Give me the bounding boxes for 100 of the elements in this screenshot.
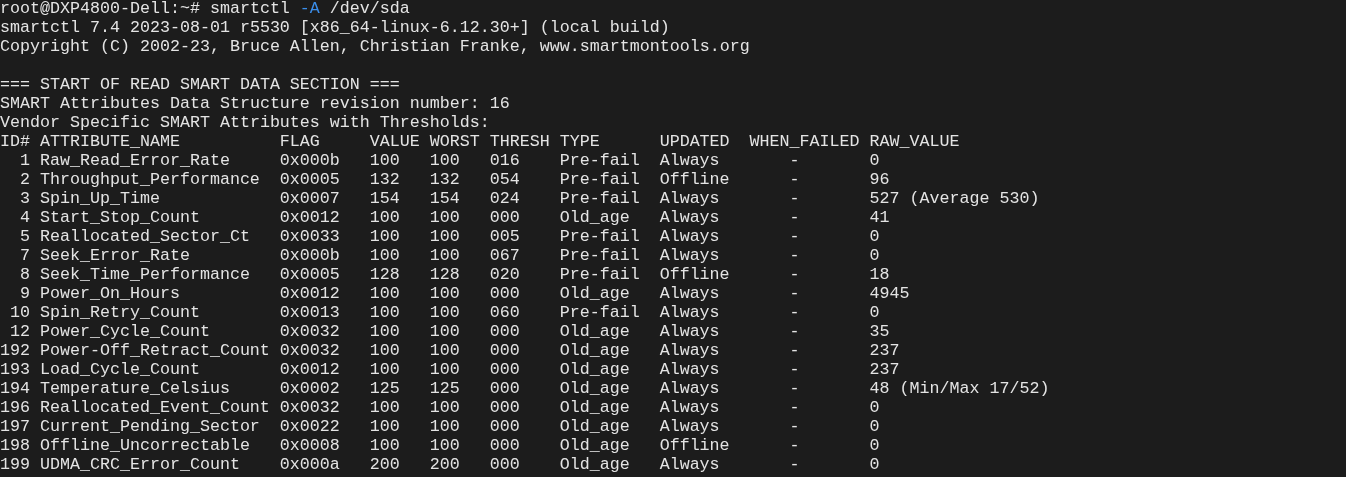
table-cell: 0x0012 bbox=[279, 284, 340, 303]
table-cell: - bbox=[789, 265, 800, 284]
table-cell: 0 bbox=[869, 151, 880, 170]
table-cell: 016 bbox=[489, 151, 520, 170]
table-cell: Pre-fail bbox=[559, 151, 640, 170]
table-cell: - bbox=[789, 322, 800, 341]
command-argument: /dev/sda bbox=[329, 0, 410, 18]
output-line: SMART Attributes Data Structure revision number: 16 bbox=[0, 94, 510, 113]
table-cell: 196 bbox=[0, 398, 30, 417]
table-cell: 100 bbox=[369, 436, 400, 455]
table-cell: 0x0012 bbox=[279, 360, 340, 379]
table-cell: 100 bbox=[429, 208, 460, 227]
table-cell: 100 bbox=[369, 227, 400, 246]
table-cell: 100 bbox=[369, 360, 400, 379]
table-cell: Pre-fail bbox=[559, 227, 640, 246]
table-cell: 000 bbox=[489, 208, 520, 227]
table-cell: - bbox=[789, 189, 800, 208]
table-cell: 35 bbox=[869, 322, 890, 341]
table-cell: 5 bbox=[20, 227, 30, 246]
table-cell: 2 bbox=[20, 170, 30, 189]
table-cell: 132 bbox=[369, 170, 400, 189]
table-cell: 0x0032 bbox=[279, 398, 340, 417]
table-cell: Old_age bbox=[559, 208, 630, 227]
table-cell: 100 bbox=[369, 398, 400, 417]
table-cell: 000 bbox=[489, 398, 520, 417]
table-cell: - bbox=[789, 398, 800, 417]
table-cell: Old_age bbox=[559, 360, 630, 379]
table-cell: Old_age bbox=[559, 398, 630, 417]
table-cell: 100 bbox=[429, 417, 460, 436]
table-cell: 100 bbox=[369, 208, 400, 227]
table-cell: Pre-fail bbox=[559, 265, 640, 284]
table-cell: 005 bbox=[489, 227, 520, 246]
table-cell: 197 bbox=[0, 417, 30, 436]
table-cell: 0x0008 bbox=[279, 436, 340, 455]
table-cell: UDMA_CRC_Error_Count bbox=[39, 455, 240, 474]
table-cell: Temperature_Celsius bbox=[39, 379, 230, 398]
table-cell: 100 bbox=[429, 436, 460, 455]
output-line: Copyright (C) 2002-23, Bruce Allen, Christian Franke, www.smartmontools.org bbox=[0, 37, 750, 56]
table-cell: 125 bbox=[369, 379, 400, 398]
table-cell: 3 bbox=[20, 189, 30, 208]
table-cell: 100 bbox=[369, 417, 400, 436]
table-cell: Always bbox=[659, 417, 720, 436]
table-cell: Old_age bbox=[559, 455, 630, 474]
table-cell: 100 bbox=[369, 303, 400, 322]
table-cell: Old_age bbox=[559, 379, 630, 398]
table-cell: 200 bbox=[429, 455, 460, 474]
table-cell: 48 (Min/Max 17/52) bbox=[869, 379, 1050, 398]
table-cell: 194 bbox=[0, 379, 30, 398]
table-cell: 237 bbox=[869, 341, 900, 360]
table-cell: 154 bbox=[369, 189, 400, 208]
table-cell: Load_Cycle_Count bbox=[39, 360, 200, 379]
table-cell: Seek_Error_Rate bbox=[39, 246, 190, 265]
table-cell: 100 bbox=[429, 284, 460, 303]
table-cell: 1 bbox=[20, 151, 30, 170]
table-cell: 7 bbox=[20, 246, 30, 265]
table-cell: Old_age bbox=[559, 417, 630, 436]
command-text: smartctl bbox=[209, 0, 290, 18]
table-cell: 0 bbox=[869, 455, 880, 474]
output-line: smartctl 7.4 2023-08-01 r5530 [x86_64-linux-6.12.30+] (local build) bbox=[0, 18, 670, 37]
table-cell: 4 bbox=[20, 208, 30, 227]
table-cell: Always bbox=[659, 189, 720, 208]
table-cell: Always bbox=[659, 208, 720, 227]
table-cell: Old_age bbox=[559, 284, 630, 303]
table-cell: 000 bbox=[489, 436, 520, 455]
table-cell: 0x0012 bbox=[279, 208, 340, 227]
table-cell: 125 bbox=[429, 379, 460, 398]
table-cell: 0x0007 bbox=[279, 189, 340, 208]
table-cell: 0x0032 bbox=[279, 322, 340, 341]
table-cell: Always bbox=[659, 341, 720, 360]
table-cell: 0x0033 bbox=[279, 227, 340, 246]
table-cell: Always bbox=[659, 151, 720, 170]
table-cell: 0x0005 bbox=[279, 170, 340, 189]
table-cell: 96 bbox=[869, 170, 890, 189]
column-header: RAW_VALUE bbox=[869, 132, 960, 151]
table-cell: 527 (Average 530) bbox=[869, 189, 1040, 208]
table-cell: 0x0032 bbox=[279, 341, 340, 360]
table-cell: 0x000b bbox=[279, 151, 340, 170]
table-cell: 41 bbox=[869, 208, 890, 227]
prompt-text: root@DXP4800-Dell:~# bbox=[0, 0, 200, 18]
table-cell: Throughput_Performance bbox=[39, 170, 260, 189]
table-cell: Always bbox=[659, 322, 720, 341]
output-line: Vendor Specific SMART Attributes with Thresholds: bbox=[0, 113, 490, 132]
table-cell: Offline bbox=[659, 265, 730, 284]
table-cell: 0 bbox=[869, 398, 880, 417]
table-cell: 0x0002 bbox=[279, 379, 340, 398]
table-cell: 0x0022 bbox=[279, 417, 340, 436]
table-cell: 128 bbox=[429, 265, 460, 284]
table-cell: 0x000a bbox=[279, 455, 340, 474]
table-cell: 4945 bbox=[869, 284, 910, 303]
table-cell: 132 bbox=[429, 170, 460, 189]
table-cell: - bbox=[789, 341, 800, 360]
table-cell: Old_age bbox=[559, 341, 630, 360]
table-cell: 9 bbox=[20, 284, 30, 303]
table-cell: Always bbox=[659, 284, 720, 303]
table-cell: 199 bbox=[0, 455, 30, 474]
table-cell: 054 bbox=[489, 170, 520, 189]
column-header: THRESH bbox=[489, 132, 550, 151]
table-cell: 128 bbox=[369, 265, 400, 284]
table-cell: 060 bbox=[489, 303, 520, 322]
table-cell: Offline bbox=[659, 170, 730, 189]
